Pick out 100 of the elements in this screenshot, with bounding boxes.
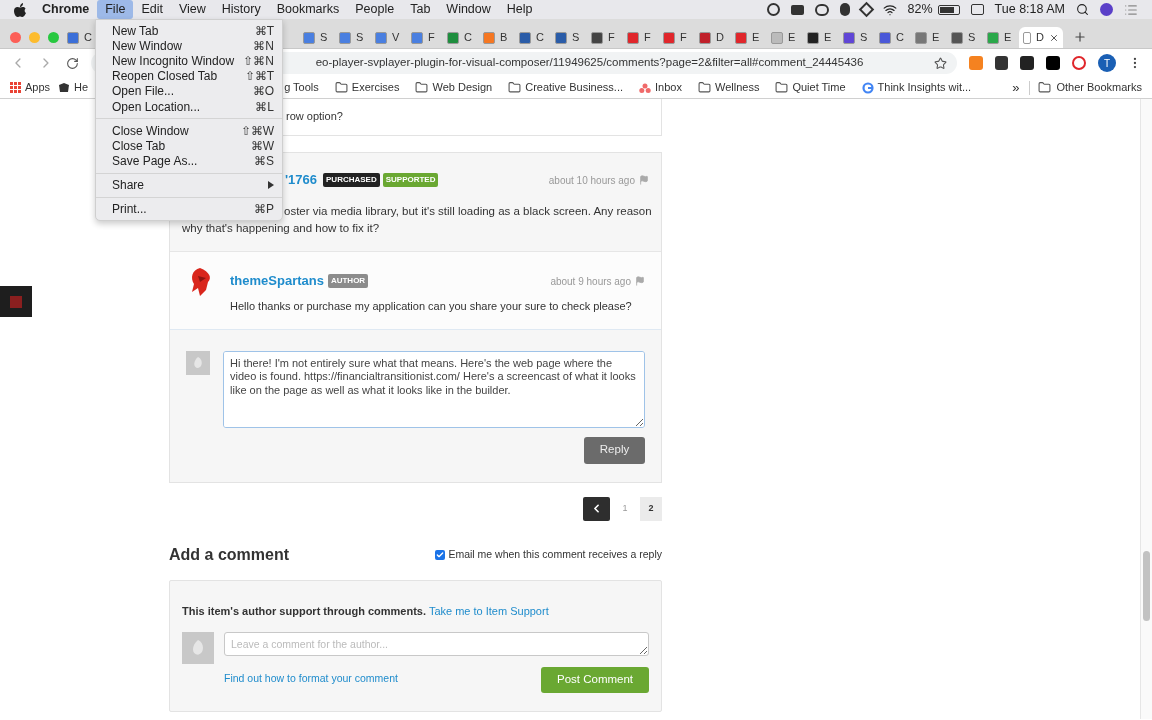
bookmark-item[interactable]: Web Design: [432, 79, 493, 96]
browser-tab[interactable]: S: [839, 27, 875, 48]
wifi-icon[interactable]: [882, 2, 897, 17]
menu-title[interactable]: File: [97, 0, 134, 19]
avatar-placeholder: [182, 632, 214, 664]
browser-tab[interactable]: D: [695, 27, 731, 48]
status-icon[interactable]: [766, 3, 780, 16]
bookmark-item[interactable]: Inbox: [655, 79, 682, 96]
browser-tab[interactable]: E: [983, 27, 1019, 48]
menu-item[interactable]: Close Tab ⌘W: [96, 138, 282, 154]
battery-icon[interactable]: [937, 4, 960, 15]
folder-icon: [1038, 81, 1052, 94]
browser-tab[interactable]: E: [803, 27, 839, 48]
display-icon[interactable]: [970, 4, 984, 15]
browser-tab[interactable]: B: [479, 27, 515, 48]
bookmark-star-icon[interactable]: [933, 56, 947, 70]
folder-icon: [334, 81, 348, 94]
browser-tab[interactable]: C: [443, 27, 479, 48]
menu-title[interactable]: People: [347, 0, 403, 19]
menu-title[interactable]: Tab: [402, 0, 439, 19]
profile-avatar[interactable]: T: [1098, 54, 1117, 72]
author-badge: SUPPORTED: [382, 173, 439, 187]
menu-title[interactable]: Edit: [133, 0, 171, 19]
comment-field[interactable]: Leave a comment for the author...: [224, 632, 649, 656]
browser-tab[interactable]: S: [299, 27, 335, 48]
dots-icon: [639, 82, 652, 93]
menu-title[interactable]: Window: [438, 0, 499, 19]
bookmark-item[interactable]: He: [74, 79, 89, 96]
menu-item[interactable]: Close Window ⇧⌘W: [96, 123, 282, 139]
browser-tab[interactable]: S: [335, 27, 371, 48]
siri-icon[interactable]: [1100, 3, 1113, 16]
author-badge: AUTHOR: [327, 274, 369, 288]
menu-item[interactable]: Print... ⌘P: [96, 201, 282, 218]
status-icon[interactable]: [814, 3, 829, 16]
browser-tab[interactable]: E: [731, 27, 767, 48]
site-icon: [58, 81, 71, 94]
reply-field[interactable]: Hi there! I'm not entirely sure what that means. Here's the web page where the video is found. https://financialtransitionist.com/ Here's a screencast of what it looks like on the page as well as what it looks like in the builder.: [223, 350, 645, 428]
menu-item[interactable]: New Incognito Window ⇧⌘N: [96, 53, 282, 69]
browser-tab[interactable]: C: [515, 27, 551, 48]
browser-tab[interactable]: F: [587, 27, 623, 48]
browser-tab[interactable]: E: [911, 27, 947, 48]
comment-time: about 10 hours ago: [548, 173, 635, 188]
page-link[interactable]: 2: [640, 496, 662, 521]
folder-icon: [775, 81, 789, 94]
browser-tab[interactable]: S: [947, 27, 983, 48]
submenu-arrow-icon: [268, 181, 274, 190]
folder-icon: [508, 81, 522, 94]
menu-item[interactable]: Save Page As... ⌘S: [96, 153, 282, 169]
item-support-link[interactable]: Take me to Item Support: [428, 604, 549, 617]
comment-author[interactable]: themeSpartans: [230, 271, 324, 291]
battery-percent: 82%: [907, 1, 933, 19]
new-tab-icon[interactable]: [1073, 30, 1087, 44]
browser-tab[interactable]: S: [551, 27, 587, 48]
more-bookmarks-button[interactable]: »: [1012, 77, 1020, 98]
browser-tab[interactable]: V: [371, 27, 407, 48]
browser-tab[interactable]: C: [875, 27, 911, 48]
app-menu[interactable]: Chrome: [42, 0, 90, 19]
status-icon[interactable]: [839, 3, 850, 16]
bookmark-item[interactable]: Think Insights wit...: [877, 79, 972, 96]
comment-author[interactable]: '1766: [285, 170, 317, 190]
scrollbar-thumb[interactable]: [1143, 551, 1150, 621]
browser-tab[interactable]: F: [623, 27, 659, 48]
menu-title[interactable]: History: [213, 0, 269, 19]
reply-button[interactable]: Reply: [584, 436, 645, 464]
browser-tab[interactable]: F: [407, 27, 443, 48]
extension-icon[interactable]: [1046, 56, 1061, 70]
menu-item[interactable]: Share: [96, 177, 282, 193]
browser-tab[interactable]: E: [767, 27, 803, 48]
status-icon[interactable]: [858, 1, 874, 18]
menu-item[interactable]: Open File... ⌘O: [96, 83, 282, 99]
apple-icon[interactable]: [14, 2, 26, 17]
bookmark-item[interactable]: Creative Business...: [525, 79, 624, 96]
stop-icon: [10, 295, 22, 308]
menu-title[interactable]: Bookmarks: [268, 0, 348, 19]
menu-item[interactable]: New Window ⌘N: [96, 38, 282, 54]
reload-icon[interactable]: [65, 56, 79, 70]
browser-tab[interactable]: C: [63, 27, 99, 48]
menu-title[interactable]: Help: [498, 0, 541, 19]
menu-item[interactable]: Open Location... ⌘L: [96, 98, 282, 115]
bookmark-item[interactable]: Apps: [25, 79, 51, 96]
format-help-link[interactable]: Find out how to format your comment: [224, 671, 398, 687]
bookmark-item[interactable]: Quiet Time: [792, 79, 846, 96]
search-icon[interactable]: [1076, 3, 1089, 16]
bookmark-item[interactable]: Wellness: [714, 79, 760, 96]
bookmark-item[interactable]: g Tools: [284, 79, 319, 96]
previous-page-button[interactable]: [583, 496, 610, 521]
close-icon[interactable]: [1049, 32, 1059, 43]
menu-item[interactable]: New Tab ⌘T: [96, 23, 282, 39]
checkbox-label: Email me when this comment receives a reply: [448, 546, 662, 562]
extension-icon[interactable]: [994, 56, 1009, 70]
bookmark-item[interactable]: Other Bookmarks: [1056, 79, 1142, 96]
folder-icon: [697, 81, 711, 94]
menubar-clock[interactable]: Tue 8:18 AM: [994, 0, 1065, 19]
status-icon[interactable]: [790, 4, 804, 15]
browser-tab[interactable]: D: [1019, 27, 1063, 48]
extension-icon[interactable]: [1020, 56, 1035, 70]
browser-tab[interactable]: F: [659, 27, 695, 48]
email-checkbox[interactable]: [435, 549, 446, 560]
menu-title[interactable]: View: [170, 0, 214, 19]
bookmark-item[interactable]: Exercises: [351, 79, 400, 96]
